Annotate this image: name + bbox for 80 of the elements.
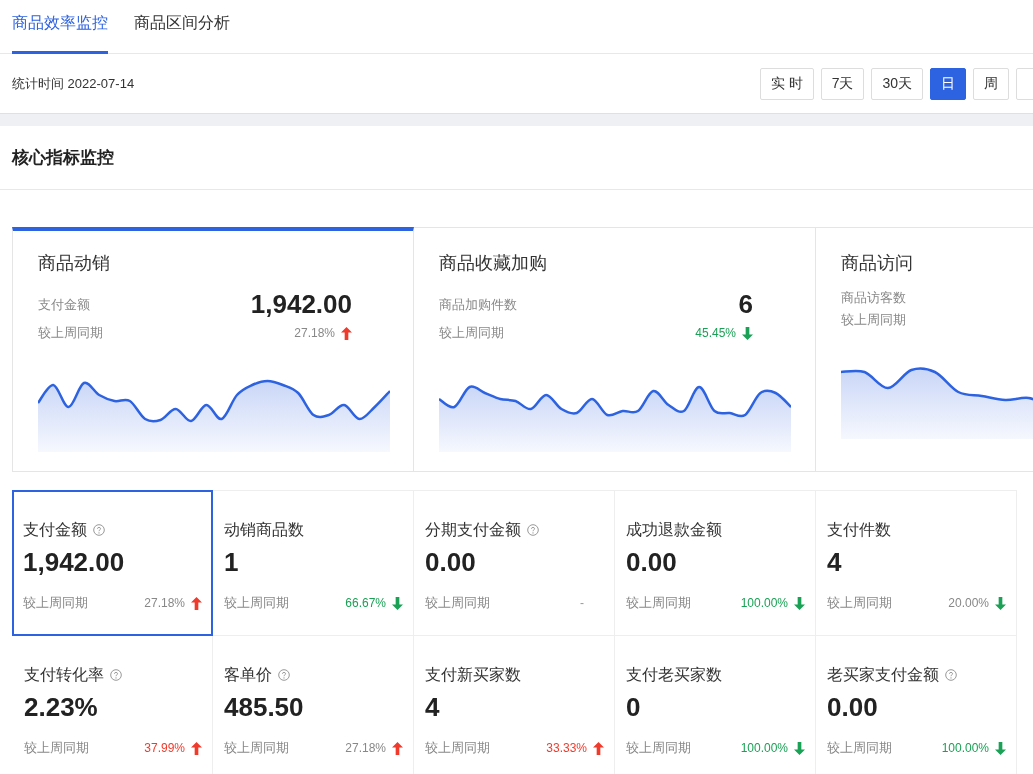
change-value: 100.00%: [740, 741, 788, 755]
metric-label: 支付新买家数: [425, 664, 521, 685]
metric-card[interactable]: 动销商品数 1 较上周同期 66.67%: [213, 490, 414, 636]
compare-label: 较上周同期: [425, 594, 490, 612]
metric-card[interactable]: 支付老买家数 0 较上周同期 100.00%: [615, 636, 816, 774]
metric-card[interactable]: 成功退款金额 0.00 较上周同期 100.00%: [615, 490, 816, 636]
change-value: 27.18%: [345, 741, 386, 755]
metric-value: 4: [827, 547, 843, 579]
help-icon[interactable]: [527, 524, 539, 536]
metric-value: 6: [738, 289, 753, 320]
period-button[interactable]: 周: [973, 67, 1009, 100]
metric-card[interactable]: 支付件数 4 较上周同期 20.00%: [816, 490, 1017, 636]
compare-label: 较上周同期: [827, 739, 892, 757]
metric-card[interactable]: 老买家支付金额 0.00 较上周同期 100.00%: [816, 636, 1017, 774]
metric-value: 0.00: [626, 547, 678, 579]
compare-label: 较上周同期: [626, 739, 691, 757]
metric-card[interactable]: 分期支付金额 0.00 较上周同期 -: [414, 490, 615, 636]
change-value: 66.67%: [345, 596, 386, 610]
metric-value: 0.00: [827, 692, 879, 724]
compare-label: 较上周同期: [626, 594, 691, 612]
change-value: 100.00%: [740, 596, 788, 610]
metric-label: 支付转化率: [24, 664, 104, 685]
tab[interactable]: 商品效率监控: [12, 0, 108, 54]
metric-label: 老买家支付金额: [827, 664, 939, 685]
compare-label: 较上周同期: [827, 594, 892, 612]
change-value: 20.00%: [948, 596, 989, 610]
metric-value: 485.50: [224, 692, 305, 724]
help-icon[interactable]: [93, 524, 105, 536]
compare-label: 较上周同期: [224, 739, 289, 757]
overview-card[interactable]: 商品访问 商品访客数 较上周同期: [816, 227, 1033, 472]
metric-label: 商品加购件数: [439, 295, 517, 314]
metric-card[interactable]: 支付新买家数 4 较上周同期 33.33%: [414, 636, 615, 774]
compare-label: 较上周同期: [841, 311, 906, 329]
change-value: -: [580, 596, 585, 610]
change-value: 45.45%: [695, 326, 736, 340]
metric-card[interactable]: 支付转化率 2.23% 较上周同期 37.99%: [12, 636, 213, 774]
card-title: 商品收藏加购: [439, 252, 548, 275]
help-icon[interactable]: [278, 669, 290, 681]
overview-card[interactable]: 商品动销 支付金额 1,942.00 较上周同期 27.18%: [12, 227, 414, 472]
metric-label: 支付金额: [23, 519, 87, 540]
compare-label: 较上周同期: [224, 594, 289, 612]
period-button[interactable]: 7天: [820, 67, 865, 100]
card-title: 商品访问: [841, 252, 914, 275]
card-title: 商品动销: [38, 252, 111, 275]
metric-value: 1: [224, 547, 240, 579]
compare-label: 较上周同期: [425, 739, 490, 757]
metric-card[interactable]: 客单价 485.50 较上周同期 27.18%: [213, 636, 414, 774]
metric-label: 动销商品数: [224, 519, 304, 540]
section-title: 核心指标监控: [12, 147, 114, 169]
change-value: 27.18%: [294, 326, 335, 340]
metric-value: 0.00: [425, 547, 477, 579]
metric-label: 支付金额: [38, 295, 90, 314]
metric-label: 客单价: [224, 664, 272, 685]
stats-time: 统计时间 2022-07-14: [12, 74, 135, 93]
help-icon[interactable]: [945, 669, 957, 681]
tab[interactable]: 商品区间分析: [134, 0, 230, 54]
compare-label: 较上周同期: [38, 324, 103, 342]
period-button[interactable]: 日: [930, 67, 966, 100]
metric-card[interactable]: 支付金额 1,942.00 较上周同期 27.18%: [12, 490, 213, 636]
metric-value: 1,942.00: [250, 289, 352, 320]
compare-label: 较上周同期: [23, 594, 88, 612]
metric-label: 成功退款金额: [626, 519, 722, 540]
metric-label: 商品访客数: [841, 289, 906, 307]
metric-value: 4: [425, 692, 441, 724]
metric-value: 1,942.00: [23, 547, 126, 579]
change-value: 27.18%: [144, 596, 185, 610]
change-value: 33.33%: [546, 741, 587, 755]
compare-label: 较上周同期: [24, 739, 89, 757]
metric-label: 分期支付金额: [425, 519, 521, 540]
metric-value: 0: [626, 692, 642, 724]
metric-label: 支付件数: [827, 519, 891, 540]
help-icon[interactable]: [110, 669, 122, 681]
metric-value: 2.23%: [24, 692, 99, 724]
period-button[interactable]: 实 时: [759, 67, 814, 100]
period-button[interactable]: 30天: [871, 67, 923, 100]
overview-card[interactable]: 商品收藏加购 商品加购件数 6 较上周同期 45.45%: [414, 227, 816, 472]
compare-label: 较上周同期: [439, 324, 504, 342]
change-value: 37.99%: [144, 741, 185, 755]
metric-label: 支付老买家数: [626, 664, 722, 685]
change-value: 100.00%: [941, 741, 989, 755]
